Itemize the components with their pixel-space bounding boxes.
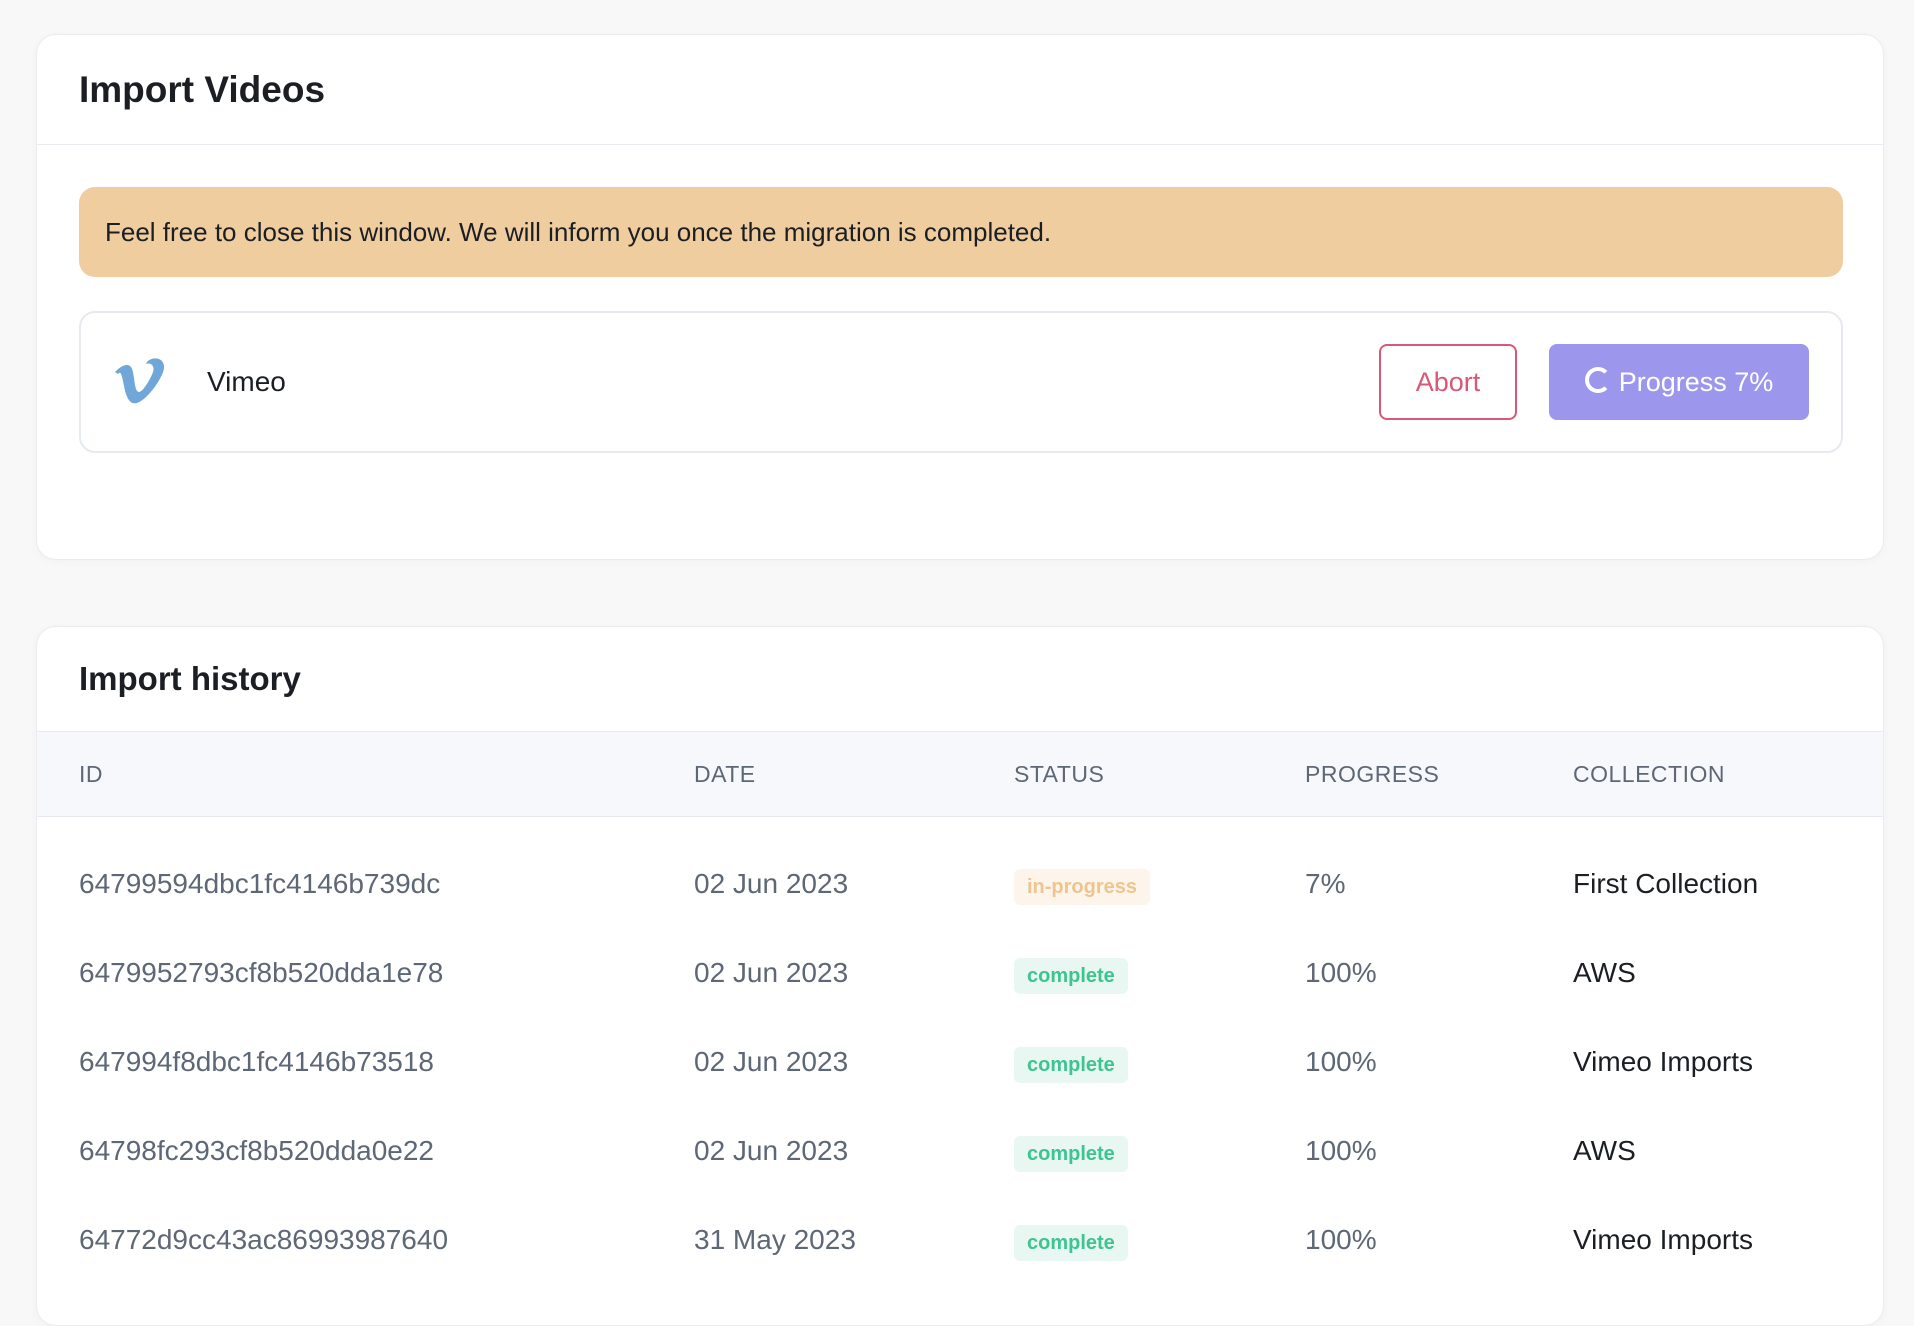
status-badge: complete xyxy=(1014,1046,1128,1083)
row-date: 02 Jun 2023 xyxy=(694,1045,849,1077)
row-id: 64798fc293cf8b520dda0e22 xyxy=(79,1134,435,1166)
row-progress: 100% xyxy=(1305,956,1377,988)
row-date: 02 Jun 2023 xyxy=(694,867,849,899)
status-badge: complete xyxy=(1014,957,1128,994)
import-videos-header: Import Videos xyxy=(37,35,1883,145)
progress-button[interactable]: Progress 7% xyxy=(1549,344,1809,420)
spinner-icon xyxy=(1584,367,1611,393)
status-badge: complete xyxy=(1014,1135,1128,1172)
column-header-date: DATE xyxy=(694,760,756,787)
table-row[interactable]: 64798fc293cf8b520dda0e22 02 Jun 2023 com… xyxy=(37,1106,1883,1195)
row-collection: Vimeo Imports xyxy=(1573,1045,1753,1077)
import-source-row: Vimeo Abort Progress 7% xyxy=(79,311,1843,453)
status-badge: in-progress xyxy=(1014,868,1151,905)
table-row[interactable]: 647994f8dbc1fc4146b73518 02 Jun 2023 com… xyxy=(37,1017,1883,1106)
row-id: 64772d9cc43ac86993987640 xyxy=(79,1223,449,1255)
source-name: Vimeo xyxy=(207,366,286,397)
row-date: 02 Jun 2023 xyxy=(694,1134,849,1166)
column-header-progress: PROGRESS xyxy=(1305,760,1440,787)
import-history-card: Import history ID DATE STATUS PROGRESS C… xyxy=(36,626,1884,1326)
row-id: 64799594dbc1fc4146b739dc xyxy=(79,867,441,899)
page-title: Import Videos xyxy=(79,68,326,110)
row-progress: 100% xyxy=(1305,1134,1377,1166)
row-date: 31 May 2023 xyxy=(694,1223,856,1255)
row-progress: 100% xyxy=(1305,1045,1377,1077)
status-badge: complete xyxy=(1014,1224,1128,1261)
status-badge-cell: complete xyxy=(1014,1135,1128,1172)
status-badge-cell: complete xyxy=(1014,1224,1128,1261)
import-history-header: Import history xyxy=(37,627,1883,731)
column-header-status: STATUS xyxy=(1014,760,1105,787)
table-row[interactable]: 64772d9cc43ac86993987640 31 May 2023 com… xyxy=(37,1195,1883,1284)
table-body: 64799594dbc1fc4146b739dc 02 Jun 2023 in-… xyxy=(37,817,1883,1284)
import-videos-card: Import Videos Feel free to close this wi… xyxy=(36,34,1884,560)
row-progress: 100% xyxy=(1305,1223,1377,1255)
import-history-table: ID DATE STATUS PROGRESS COLLECTION 64799… xyxy=(37,731,1883,1284)
row-collection: Vimeo Imports xyxy=(1573,1223,1753,1255)
row-id: 6479952793cf8b520dda1e78 xyxy=(79,956,444,988)
table-row[interactable]: 64799594dbc1fc4146b739dc 02 Jun 2023 in-… xyxy=(37,839,1883,928)
info-alert: Feel free to close this window. We will … xyxy=(79,187,1843,277)
row-collection: First Collection xyxy=(1573,867,1759,899)
table-header: ID DATE STATUS PROGRESS COLLECTION xyxy=(37,731,1883,817)
status-badge-cell: in-progress xyxy=(1014,868,1151,905)
abort-button[interactable]: Abort xyxy=(1379,344,1517,420)
row-id: 647994f8dbc1fc4146b73518 xyxy=(79,1045,435,1077)
progress-label: Progress 7% xyxy=(1618,366,1774,397)
vimeo-icon xyxy=(113,355,167,409)
status-badge-cell: complete xyxy=(1014,957,1128,994)
row-progress: 7% xyxy=(1305,867,1346,899)
status-badge-cell: complete xyxy=(1014,1046,1128,1083)
column-header-collection: COLLECTION xyxy=(1573,760,1725,787)
section-title: Import history xyxy=(79,660,301,697)
row-collection: AWS xyxy=(1573,956,1636,988)
row-collection: AWS xyxy=(1573,1134,1636,1166)
row-date: 02 Jun 2023 xyxy=(694,956,849,988)
table-row[interactable]: 6479952793cf8b520dda1e78 02 Jun 2023 com… xyxy=(37,928,1883,1017)
column-header-id: ID xyxy=(79,760,103,787)
